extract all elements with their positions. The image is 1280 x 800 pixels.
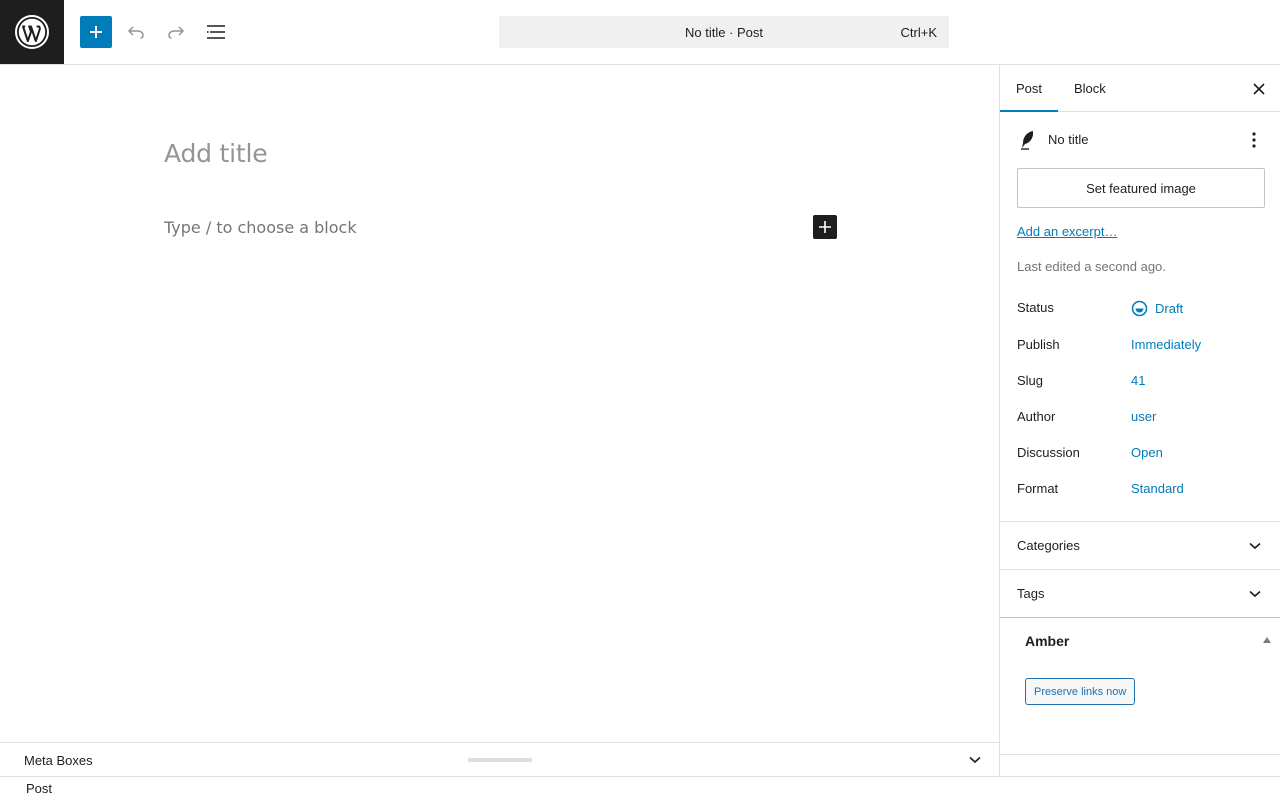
post-summary-header: No title [1017,129,1265,151]
slug-value[interactable]: 41 [1131,373,1145,388]
meta-boxes-title: Meta Boxes [24,753,93,768]
tags-panel-title: Tags [1017,586,1045,601]
amber-title: Amber [1025,633,1070,649]
slug-label: Slug [1017,373,1044,388]
redo-icon [168,26,185,39]
format-label: Format [1017,481,1059,496]
author-row: Author user [1017,409,1265,429]
author-label: Author [1017,409,1056,424]
resize-handle[interactable] [468,758,532,762]
tab-post[interactable]: Post [1000,65,1059,112]
editor-header: No title · Post Ctrl+K [0,0,1280,65]
preserve-links-button[interactable]: Preserve links now [1025,678,1136,705]
discussion-label: Discussion [1017,445,1080,460]
publish-label: Publish [1017,337,1060,352]
collapse-arrow-icon[interactable] [1263,637,1271,643]
list-view-icon [207,25,225,39]
command-shortcut: Ctrl+K [900,25,937,40]
discussion-value[interactable]: Open [1131,445,1163,460]
tags-panel[interactable]: Tags [1000,569,1280,617]
settings-sidebar: Post Block No title Set featured image A… [999,65,1280,776]
status-value-text[interactable]: Draft [1155,301,1183,316]
amber-metabox: Amber Preserve links now [1000,617,1280,755]
post-title-label: No title [1048,132,1089,147]
more-vertical-icon [1252,132,1256,148]
inline-add-block-button[interactable] [813,215,837,239]
command-palette-bar[interactable]: No title · Post Ctrl+K [499,16,949,48]
status-label: Status [1017,300,1054,315]
discussion-row: Discussion Open [1017,445,1265,465]
close-sidebar-button[interactable] [1247,77,1271,101]
draft-status-icon [1131,300,1148,317]
last-edited-text: Last edited a second ago. [1017,259,1166,274]
tab-block[interactable]: Block [1058,65,1122,112]
format-value[interactable]: Standard [1131,481,1184,496]
categories-panel-title: Categories [1017,538,1080,553]
publish-value[interactable]: Immediately [1131,337,1201,352]
meta-boxes-bar[interactable]: Meta Boxes [0,742,999,776]
author-value[interactable]: user [1131,409,1156,424]
editor-canvas[interactable]: Add title Type / to choose a block [0,65,999,742]
undo-icon [127,26,144,39]
set-featured-image-button[interactable]: Set featured image [1017,168,1265,208]
chevron-down-icon[interactable] [967,752,983,768]
chevron-down-icon [1247,538,1263,554]
format-row: Format Standard [1017,481,1265,501]
plus-icon [90,26,102,38]
redo-button[interactable] [160,16,192,48]
add-block-button[interactable] [80,16,112,48]
sidebar-tabs: Post Block [1000,65,1280,112]
post-title-input[interactable]: Add title [164,139,268,168]
publish-row: Publish Immediately [1017,337,1265,357]
editor-footer: Post [0,776,1280,800]
wordpress-logo-icon[interactable] [0,0,64,64]
block-placeholder[interactable]: Type / to choose a block [164,218,357,237]
document-title: No title · Post [684,24,764,40]
chevron-down-icon [1247,586,1263,602]
status-value[interactable]: Draft [1131,300,1183,317]
categories-panel[interactable]: Categories [1000,521,1280,569]
post-actions-button[interactable] [1243,129,1265,151]
close-icon [1253,83,1265,95]
undo-button[interactable] [120,16,152,48]
plus-icon [819,221,831,233]
breadcrumb[interactable]: Post [26,781,52,796]
quill-icon [1017,129,1039,151]
list-view-button[interactable] [200,16,232,48]
slug-row: Slug 41 [1017,373,1265,393]
status-row: Status Draft [1017,300,1265,320]
add-excerpt-link[interactable]: Add an excerpt… [1017,224,1117,239]
